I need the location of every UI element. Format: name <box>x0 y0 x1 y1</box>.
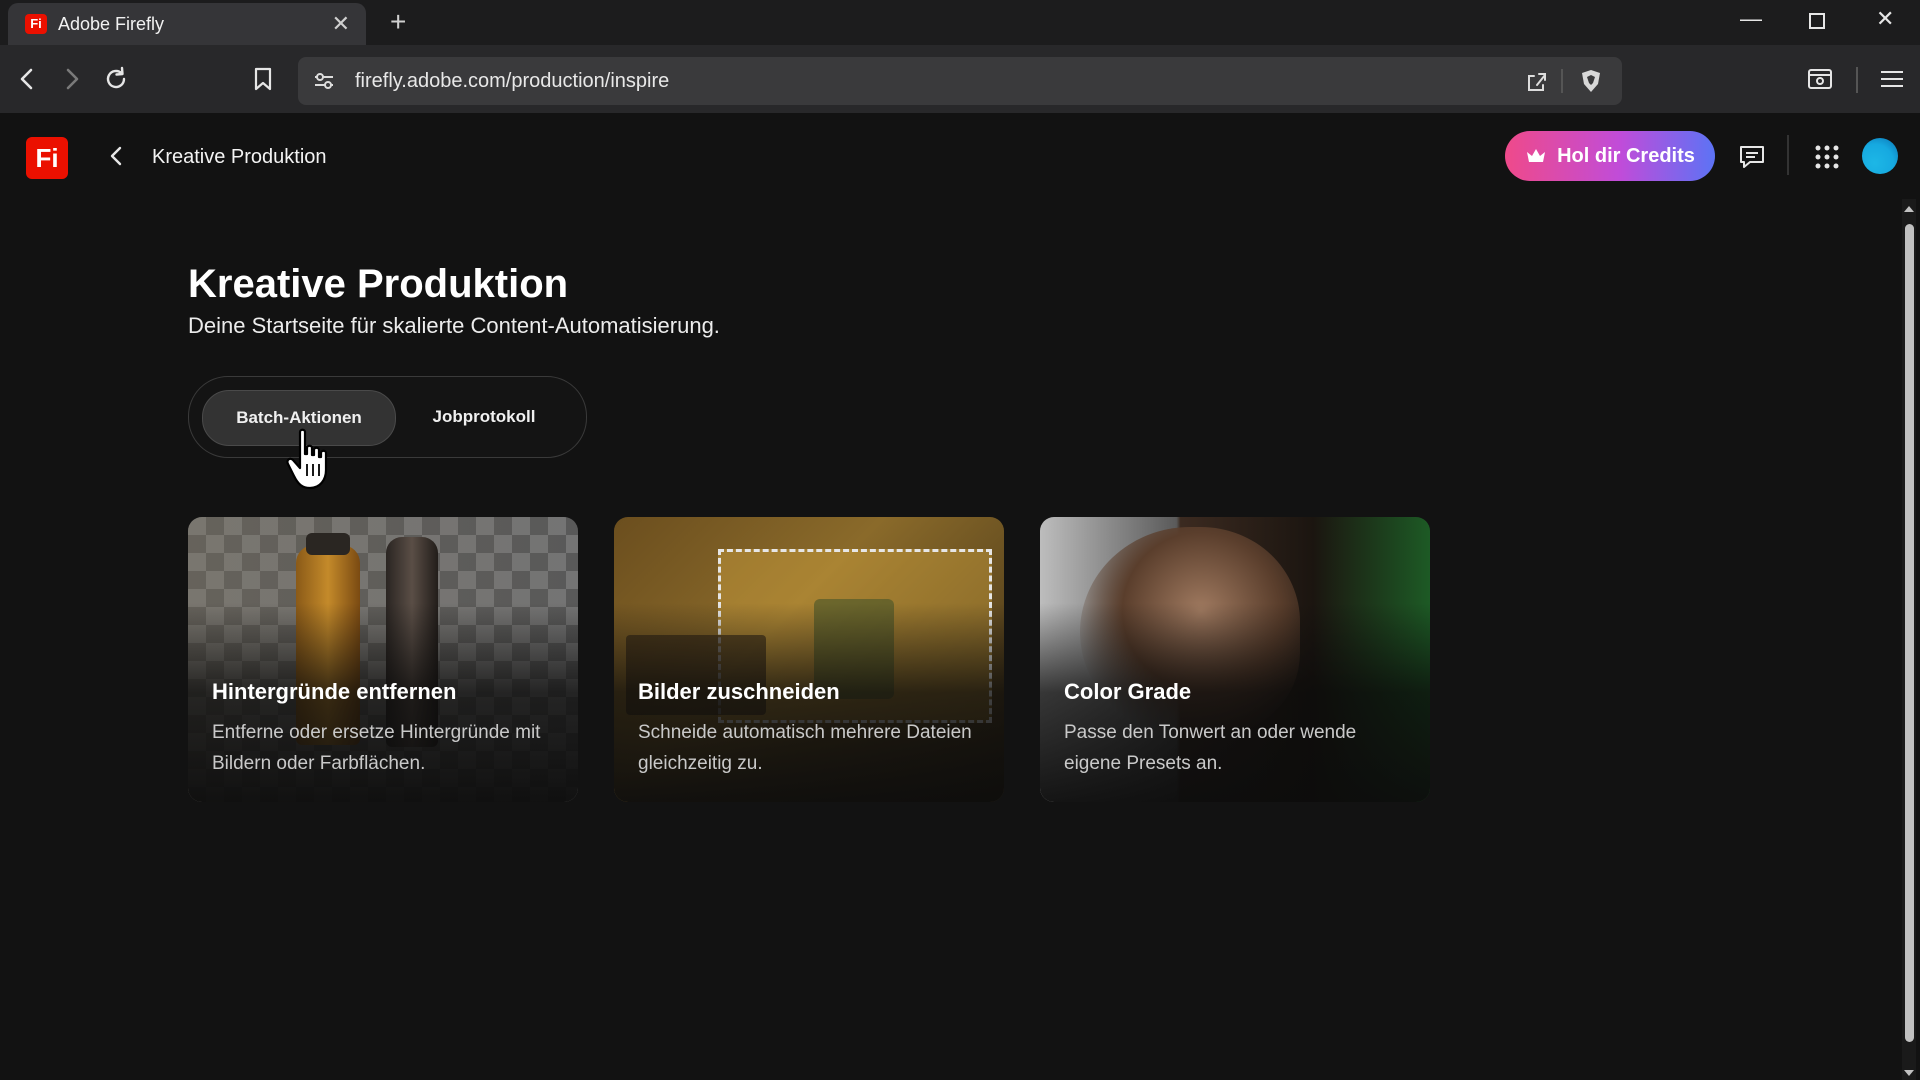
scroll-up-icon[interactable] <box>1902 204 1916 214</box>
sidebar-icon[interactable] <box>1806 65 1834 93</box>
tab-close-icon[interactable]: ✕ <box>332 11 350 37</box>
apps-grid-icon[interactable] <box>1813 143 1841 171</box>
get-credits-label: Hol dir Credits <box>1557 144 1695 167</box>
get-credits-button[interactable]: Hol dir Credits <box>1505 131 1715 181</box>
view-tabs: Batch-Aktionen Jobprotokoll <box>188 376 587 458</box>
tab-job-log[interactable]: Jobprotokoll <box>394 390 574 444</box>
user-avatar[interactable] <box>1862 138 1898 174</box>
browser-tab[interactable]: Fi Adobe Firefly ✕ <box>8 3 366 45</box>
back-arrow-icon[interactable] <box>106 145 126 167</box>
firefly-favicon-icon: Fi <box>25 14 47 34</box>
card-color-grade[interactable]: Color Grade Passe den Tonwert an oder we… <box>1040 517 1430 802</box>
window-close-icon[interactable]: ✕ <box>1876 6 1894 32</box>
back-icon[interactable] <box>14 65 42 93</box>
toolbar-divider <box>1856 67 1858 93</box>
hand-cursor-icon <box>286 428 328 490</box>
crown-icon <box>1527 149 1546 162</box>
header-divider <box>1787 135 1789 175</box>
menu-icon[interactable] <box>1878 65 1906 93</box>
reload-icon[interactable] <box>102 65 130 93</box>
app-header: Fi Kreative Produktion Hol dir Credits <box>0 113 1920 199</box>
browser-titlebar: Fi Adobe Firefly ✕ + — ✕ <box>0 0 1920 45</box>
card-title: Color Grade <box>1064 679 1192 704</box>
card-crop-images[interactable]: Bilder zuschneiden Schneide automatisch … <box>614 517 1004 802</box>
bottle-cap-image <box>306 533 350 555</box>
urlbar-divider <box>1561 69 1563 93</box>
card-description: Schneide automatisch mehrere Dateien gle… <box>638 722 972 774</box>
new-tab-icon[interactable]: + <box>390 6 406 38</box>
page-title: Kreative Produktion <box>188 262 569 306</box>
card-description: Entferne oder ersetze Hintergründe mit B… <box>212 722 541 774</box>
tab-title: Adobe Firefly <box>58 14 165 34</box>
site-settings-icon[interactable] <box>312 69 336 93</box>
bookmark-icon[interactable] <box>249 65 277 93</box>
maximize-icon[interactable] <box>1808 10 1826 36</box>
card-remove-backgrounds[interactable]: Hintergründe entfernen Entferne oder ers… <box>188 517 578 802</box>
scrollbar-thumb[interactable] <box>1905 224 1914 1042</box>
card-title: Hintergründe entfernen <box>212 679 457 704</box>
brave-shield-icon[interactable] <box>1578 68 1604 94</box>
forward-icon[interactable] <box>57 65 85 93</box>
feedback-chat-icon[interactable] <box>1738 143 1766 171</box>
share-icon[interactable] <box>1524 69 1550 95</box>
firefly-logo[interactable]: Fi <box>26 137 68 179</box>
address-bar[interactable]: firefly.adobe.com/production/inspire <box>298 57 1622 105</box>
header-title: Kreative Produktion <box>152 146 327 168</box>
card-title: Bilder zuschneiden <box>638 679 840 704</box>
browser-toolbar: firefly.adobe.com/production/inspire <box>0 45 1920 113</box>
page-subtitle: Deine Startseite für skalierte Content-A… <box>188 313 720 338</box>
card-description: Passe den Tonwert an oder wende eigene P… <box>1064 722 1357 774</box>
minimize-icon[interactable]: — <box>1740 6 1762 32</box>
url-text[interactable]: firefly.adobe.com/production/inspire <box>355 70 669 93</box>
scroll-down-icon[interactable] <box>1902 1068 1916 1078</box>
